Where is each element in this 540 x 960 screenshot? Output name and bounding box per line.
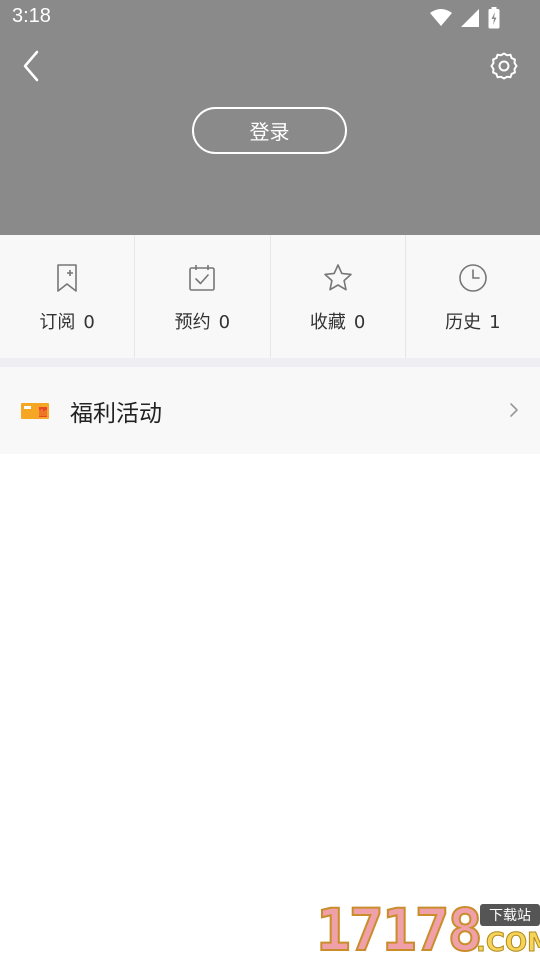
stat-history[interactable]: 历史 1 [404,235,540,358]
star-icon [323,263,353,293]
wifi-icon [430,9,452,26]
stat-favorites[interactable]: 收藏 0 [269,235,405,358]
watermark-logo: 17178 下载站 .COM [315,896,540,960]
bookmark-plus-icon [52,263,82,293]
stat-label: 收藏 [309,312,346,333]
coupon-icon [21,402,49,419]
calendar-check-icon [187,263,217,293]
login-button[interactable]: 登录 [192,107,347,154]
status-bar: 3:18 [0,0,540,36]
stat-label: 订阅 [39,312,76,333]
stat-count: 1 [489,312,501,333]
stat-count: 0 [353,312,366,333]
gear-icon [490,52,518,80]
menu-item-welfare[interactable]: 福利活动 [0,367,540,454]
battery-charging-icon [488,7,500,29]
stats-bar: 订阅 0 预约 0 收藏 0 历史 1 [0,235,540,358]
chevron-right-icon [510,403,518,417]
menu-item-label: 福利活动 [70,400,162,427]
stat-subscribe[interactable]: 订阅 0 [0,235,134,358]
stat-reservation[interactable]: 预约 0 [134,235,269,358]
watermark-tag: 下载站 [480,904,540,926]
stat-label: 历史 [445,312,482,333]
section-divider [0,358,540,367]
stat-count: 0 [218,312,231,333]
watermark-domain: .COM [476,928,540,959]
clock-icon [458,263,488,293]
status-time: 3:18 [12,5,51,27]
settings-button[interactable] [486,48,522,84]
status-icons [430,6,500,30]
back-button[interactable] [14,46,48,86]
stat-count: 0 [83,312,95,333]
chevron-left-icon [23,50,39,82]
watermark-digits: 17178 [315,896,484,960]
signal-icon [461,9,479,27]
profile-header: 3:18 登录 [0,0,540,235]
stat-label: 预约 [174,312,211,333]
